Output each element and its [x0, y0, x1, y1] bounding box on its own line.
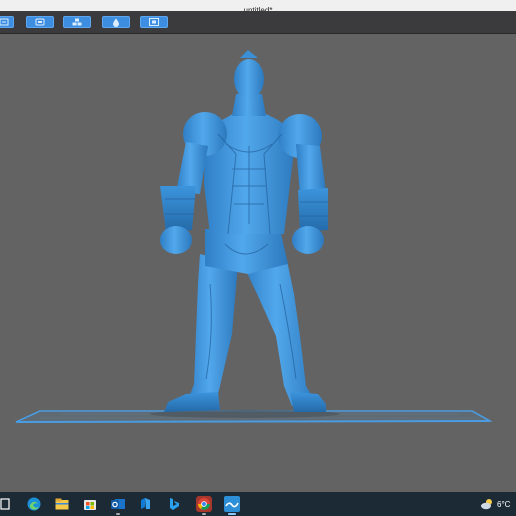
task-view-icon [0, 498, 10, 510]
support-icon [72, 18, 82, 26]
taskbar-bing[interactable] [165, 495, 183, 513]
taskbar-outlook[interactable] [109, 495, 127, 515]
bing-icon [170, 498, 179, 510]
paint-button[interactable] [102, 16, 130, 28]
taskbar-file-explorer[interactable] [53, 495, 71, 513]
outlook-icon [111, 499, 125, 509]
layout-icon [35, 18, 45, 26]
viewport-canvas[interactable] [0, 34, 516, 464]
viewport-bottom [0, 464, 516, 492]
slicer-app-icon [224, 496, 240, 512]
figure-model[interactable] [160, 50, 328, 412]
main-toolbar [0, 11, 516, 34]
layout-button[interactable] [26, 16, 54, 28]
import-icon [0, 18, 9, 26]
fit-view-icon [149, 18, 159, 26]
taskbar-edge[interactable] [25, 495, 43, 513]
weather-widget[interactable]: 6°C [480, 492, 516, 516]
support-button[interactable] [63, 16, 91, 28]
cloud-sun-icon [481, 499, 492, 510]
taskbar-app-n[interactable] [137, 495, 155, 513]
taskbar-store[interactable] [81, 495, 99, 513]
store-icon [84, 500, 96, 510]
paint-icon [113, 18, 119, 27]
fit-view-button[interactable] [140, 16, 168, 28]
app-n-icon [141, 498, 150, 509]
taskbar-chrome[interactable] [195, 495, 213, 515]
edge-icon [27, 497, 41, 511]
weather-temperature: 6°C [497, 499, 511, 509]
file-explorer-icon [55, 498, 69, 510]
3d-viewport[interactable] [0, 34, 516, 464]
taskbar-task-view[interactable] [0, 495, 14, 513]
import-button[interactable] [0, 16, 14, 28]
taskbar-slicer-app[interactable] [223, 495, 241, 515]
title-bar: untitled* [0, 0, 516, 15]
windows-taskbar: 6°C [0, 492, 516, 516]
chrome-icon [196, 496, 212, 512]
